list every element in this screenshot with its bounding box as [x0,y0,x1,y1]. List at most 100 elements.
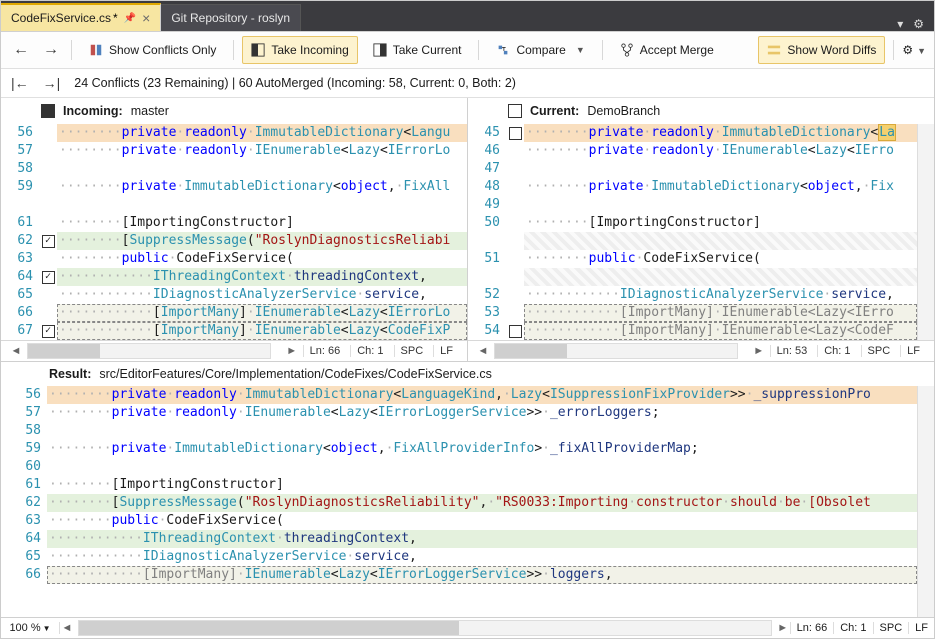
code-line[interactable]: ········public·CodeFixService( [47,512,917,530]
code-line[interactable]: ············IDiagnosticAnalyzerService·s… [524,286,917,304]
current-title: Current: [530,104,579,118]
code-line[interactable]: ········[SuppressMessage("RoslynDiagnost… [47,494,917,512]
line-checkbox[interactable] [39,142,57,160]
h-scrollbar[interactable] [494,343,738,359]
status-ln: Ln: 66 [790,622,834,634]
jump-first-icon[interactable]: |← [11,75,29,91]
code-line[interactable]: ········[ImportingConstructor] [47,476,917,494]
status-ch: Ch: 1 [833,622,872,634]
accept-merge-button[interactable]: Accept Merge [611,36,723,64]
code-line[interactable]: ········private·readonly·ImmutableDictio… [524,124,917,142]
merge-toolbar: ← → Show Conflicts Only Take Incoming Ta… [1,32,934,69]
line-checkbox[interactable] [506,178,524,196]
code-line[interactable]: ········private·readonly·ImmutableDictio… [57,124,467,142]
code-line[interactable]: ············[ImportMany]·IEnumerable<Laz… [57,304,467,322]
line-checkbox[interactable] [39,286,57,304]
code-line[interactable]: ············[ImportMany]·IEnumerable<Laz… [524,304,917,322]
button-label: Compare [516,43,565,57]
line-checkbox[interactable] [506,160,524,178]
incoming-code[interactable]: 5657585961626364656667 ✓✓✓ ········priva… [1,124,467,340]
h-scrollbar[interactable] [27,343,271,359]
code-line[interactable] [47,422,917,440]
code-line[interactable]: ········[SuppressMessage("RoslynDiagnost… [57,232,467,250]
line-checkbox[interactable] [506,322,524,340]
current-code[interactable]: 45464748495051525354 ········private·rea… [468,124,934,340]
line-checkbox[interactable]: ✓ [39,232,57,250]
checkbox-icon[interactable] [508,104,522,118]
line-checkbox[interactable] [506,304,524,322]
line-checkbox[interactable] [506,286,524,304]
line-checkbox[interactable] [506,142,524,160]
settings-gear-icon[interactable]: ⚙ [913,17,924,31]
line-checkbox[interactable] [39,178,57,196]
code-line[interactable] [524,196,917,214]
code-line[interactable] [57,160,467,178]
code-line[interactable]: ············IDiagnosticAnalyzerService·s… [47,548,917,566]
pin-icon[interactable]: 📌 [124,13,136,24]
scroll-right-icon[interactable]: ► [776,622,790,634]
line-checkbox[interactable] [39,304,57,322]
code-line[interactable]: ············[ImportMany]·IEnumerable<Laz… [47,566,917,584]
v-scrollbar[interactable] [917,124,934,340]
line-checkbox[interactable] [506,232,524,250]
code-line[interactable]: ············IDiagnosticAnalyzerService·s… [57,286,467,304]
code-line[interactable] [57,196,467,214]
take-incoming-button[interactable]: Take Incoming [242,36,357,64]
line-checkbox[interactable] [506,124,524,142]
zoom-level[interactable]: 100 %▼ [1,622,60,634]
code-line[interactable]: ········private·ImmutableDictionary<obje… [47,440,917,458]
show-word-diffs-button[interactable]: Show Word Diffs [758,36,885,64]
code-line[interactable] [524,160,917,178]
compare-button[interactable]: Compare ▼ [487,36,593,64]
nav-forward-icon[interactable]: → [39,41,63,59]
code-line[interactable] [524,232,917,250]
scroll-right-icon[interactable]: ► [285,345,299,357]
tab-git-repository[interactable]: Git Repository - roslyn [161,4,301,31]
nav-back-icon[interactable]: ← [9,41,33,59]
code-line[interactable]: ········private·readonly·IEnumerable<Laz… [47,404,917,422]
line-checkbox[interactable] [39,196,57,214]
code-line[interactable]: ············[ImportMany]·IEnumerable<Laz… [524,322,917,340]
scroll-left-icon[interactable]: ◄ [9,345,23,357]
code-line[interactable]: ········private·ImmutableDictionary<obje… [524,178,917,196]
code-line[interactable]: ········public·CodeFixService( [57,250,467,268]
show-conflicts-only-button[interactable]: Show Conflicts Only [80,36,225,64]
line-checkbox[interactable]: ✓ [39,268,57,286]
toolbar-settings-gear-icon[interactable]: ⚙▼ [902,43,926,57]
close-icon[interactable]: × [142,11,150,25]
code-line[interactable]: ············IThreadingContext·threadingC… [47,530,917,548]
h-scrollbar[interactable] [78,620,772,636]
line-checkbox[interactable] [39,250,57,268]
jump-next-icon[interactable]: →| [43,75,61,91]
line-checkbox[interactable] [39,160,57,178]
v-scrollbar[interactable] [917,386,934,617]
code-line[interactable]: ········private·readonly·IEnumerable<Laz… [57,142,467,160]
take-current-button[interactable]: Take Current [364,36,471,64]
code-line[interactable] [47,458,917,476]
tab-dirty-indicator: * [113,11,118,25]
line-checkbox[interactable] [506,268,524,286]
line-checkbox[interactable] [39,124,57,142]
checkbox-icon[interactable] [41,104,55,118]
line-checkbox[interactable] [506,196,524,214]
code-line[interactable]: ············IThreadingContext·threadingC… [57,268,467,286]
code-line[interactable]: ········private·readonly·IEnumerable<Laz… [524,142,917,160]
code-line[interactable]: ········private·readonly·ImmutableDictio… [47,386,917,404]
scroll-left-icon[interactable]: ◄ [476,345,490,357]
tab-overflow-icon[interactable]: ▾ [897,17,903,31]
line-checkbox[interactable]: ✓ [39,322,57,340]
result-code[interactable]: 5657585960616263646566 ········private·r… [1,386,934,617]
code-line[interactable]: ········[ImportingConstructor] [524,214,917,232]
code-line[interactable]: ········public·CodeFixService( [524,250,917,268]
take-current-icon [373,43,387,57]
line-checkbox[interactable] [506,250,524,268]
scroll-left-icon[interactable]: ◄ [60,622,74,634]
line-checkbox[interactable] [39,214,57,232]
line-checkbox[interactable] [506,214,524,232]
code-line[interactable]: ········private·ImmutableDictionary<obje… [57,178,467,196]
code-line[interactable]: ············[ImportMany]·IEnumerable<Laz… [57,322,467,340]
code-line[interactable]: ········[ImportingConstructor] [57,214,467,232]
code-line[interactable] [524,268,917,286]
scroll-right-icon[interactable]: ► [752,345,766,357]
tab-codefixservice[interactable]: CodeFixService.cs* 📌 × [1,3,161,31]
